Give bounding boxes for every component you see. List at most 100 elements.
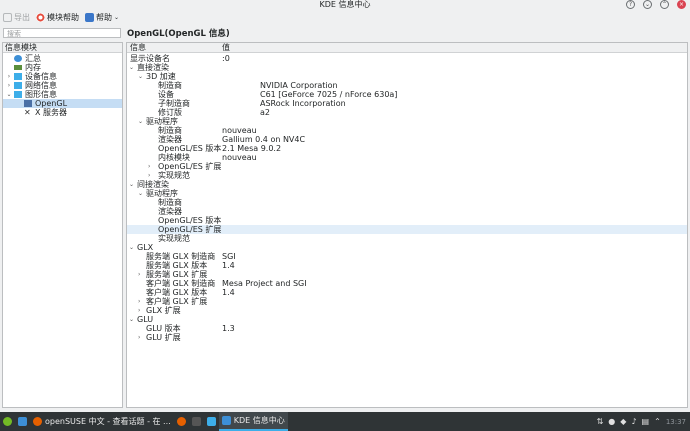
close-button[interactable]: × — [677, 0, 686, 9]
tree-item-label: 网络信息 — [25, 81, 57, 90]
chevron-right-icon[interactable]: › — [138, 297, 140, 306]
info-row[interactable]: › OpenGL/ES 扩展 — [127, 162, 687, 171]
quicklaunch-item[interactable] — [174, 412, 189, 431]
memory-icon — [14, 65, 22, 70]
quicklaunch-item[interactable] — [189, 412, 204, 431]
help-menu-button[interactable]: 帮助 ⌄ — [85, 12, 119, 23]
info-row[interactable]: ⌄ 驱动程序 — [127, 189, 687, 198]
info-row[interactable]: ⌄ 间接渲染 — [127, 180, 687, 189]
notification-icon[interactable]: ● — [608, 417, 615, 426]
info-row[interactable]: › GLU 扩展 — [127, 333, 687, 342]
info-value: NVIDIA Corporation — [260, 81, 338, 90]
info-row[interactable]: 设备 C61 [GeForce 7025 / nForce 630a] — [127, 90, 687, 99]
info-row[interactable]: 子制造商 ASRock Incorporation — [127, 99, 687, 108]
chevron-down-icon[interactable]: ⌄ — [138, 72, 143, 81]
info-row[interactable]: 渲染器 Gallium 0.4 on NV4C — [127, 135, 687, 144]
info-row[interactable]: 制造商 — [127, 198, 687, 207]
kickoff-launcher[interactable] — [0, 412, 15, 431]
column-header-info[interactable]: 信息 — [130, 43, 146, 52]
chevron-right-icon[interactable]: › — [148, 171, 150, 180]
column-header-value[interactable]: 值 — [222, 43, 230, 52]
tree-item-label: 图形信息 — [25, 90, 57, 99]
network-icon[interactable]: ⇅ — [597, 417, 604, 426]
tray-expand-icon[interactable]: ⌃ — [654, 417, 661, 426]
tree-item-network-info[interactable]: › 网络信息 — [3, 81, 122, 90]
tree-item-x-server[interactable]: ✕ X 服务器 — [3, 108, 122, 117]
info-key: 设备 — [158, 90, 174, 99]
title-bar: KDE 信息中心 ? ⌄ ⌃ × — [0, 0, 690, 9]
search-input[interactable]: 搜索 — [3, 28, 121, 38]
info-value: Mesa Project and SGI — [222, 279, 307, 288]
chevron-right-icon[interactable]: › — [148, 162, 150, 171]
info-row[interactable]: 修订版 a2 — [127, 108, 687, 117]
clock[interactable]: 13:37 — [666, 418, 686, 426]
chevron-down-icon[interactable]: ⌄ — [129, 243, 134, 252]
tree-item-device-info[interactable]: › 设备信息 — [3, 72, 122, 81]
chevron-down-icon[interactable]: ⌄ — [138, 117, 143, 126]
info-row[interactable]: 客户端 GLX 版本 1.4 — [127, 288, 687, 297]
tree-item-opengl[interactable]: OpenGL — [3, 99, 122, 108]
chevron-down-icon[interactable]: ⌄ — [6, 90, 12, 99]
show-desktop-button[interactable] — [15, 412, 30, 431]
maximize-button[interactable]: ⌃ — [660, 0, 669, 9]
chevron-right-icon[interactable]: › — [6, 72, 12, 81]
info-row[interactable]: ⌄ GLU — [127, 315, 687, 324]
info-row[interactable]: OpenGL/ES 扩展 — [127, 225, 687, 234]
chevron-right-icon[interactable]: › — [138, 306, 140, 315]
info-row[interactable]: OpenGL/ES 版本 2.1 Mesa 9.0.2 — [127, 144, 687, 153]
info-row[interactable]: ⌄ 直接渲染 — [127, 63, 687, 72]
chevron-down-icon[interactable]: ⌄ — [129, 315, 134, 324]
taskbar: openSUSE 中文 - 查看话题 - 在 ... KDE 信息中心 ⇅ ● … — [0, 412, 690, 431]
info-row[interactable]: › 服务端 GLX 扩展 — [127, 270, 687, 279]
export-button[interactable]: 导出 — [3, 12, 30, 23]
info-value: C61 [GeForce 7025 / nForce 630a] — [260, 90, 398, 99]
info-row[interactable]: 客户端 GLX 制造商 Mesa Project and SGI — [127, 279, 687, 288]
chevron-right-icon[interactable]: › — [138, 270, 140, 279]
info-row[interactable]: 服务端 GLX 版本 1.4 — [127, 261, 687, 270]
info-row[interactable]: 制造商 nouveau — [127, 126, 687, 135]
info-row[interactable]: › 实现规范 — [127, 171, 687, 180]
chevron-down-icon[interactable]: ⌄ — [129, 63, 134, 72]
info-value: a2 — [260, 108, 270, 117]
tree-item-memory[interactable]: 内存 — [3, 63, 122, 72]
chevron-right-icon[interactable]: › — [6, 81, 12, 90]
info-row[interactable]: 渲染器 — [127, 207, 687, 216]
info-key: 间接渲染 — [137, 180, 169, 189]
module-help-button[interactable]: 模块帮助 — [36, 12, 79, 23]
info-row[interactable]: ⌄ 3D 加速 — [127, 72, 687, 81]
module-tree-header: 信息模块 — [3, 43, 122, 53]
chevron-down-icon[interactable]: ⌄ — [138, 189, 143, 198]
minimize-button[interactable]: ⌄ — [643, 0, 652, 9]
help-book-icon — [85, 13, 94, 22]
chevron-down-icon[interactable]: ⌄ — [129, 180, 134, 189]
info-row[interactable]: 显示设备名 :0 — [127, 54, 687, 63]
help-window-icon[interactable]: ? — [626, 0, 635, 9]
info-key: 服务端 GLX 版本 — [146, 261, 208, 270]
volume-icon[interactable]: ♪ — [631, 417, 636, 426]
module-help-label: 模块帮助 — [47, 13, 79, 22]
info-row[interactable]: 制造商 NVIDIA Corporation — [127, 81, 687, 90]
tree-item-graphics-info[interactable]: ⌄ 图形信息 — [3, 90, 122, 99]
info-value: SGI — [222, 252, 236, 261]
info-value: Gallium 0.4 on NV4C — [222, 135, 306, 144]
toolbar: 导出 模块帮助 帮助 ⌄ — [0, 9, 690, 26]
updates-icon[interactable]: ◆ — [620, 417, 626, 426]
info-row[interactable]: ⌄ GLX — [127, 243, 687, 252]
info-row[interactable]: ⌄ 驱动程序 — [127, 117, 687, 126]
chevron-right-icon[interactable]: › — [138, 333, 140, 342]
tree-item-summary[interactable]: 汇总 — [3, 54, 122, 63]
info-row[interactable]: OpenGL/ES 版本 — [127, 216, 687, 225]
info-tree: 信息 值 显示设备名 :0 ⌄ 直接渲染 ⌄ 3D 加速 制造商 NVIDIA … — [126, 42, 688, 408]
info-key: 3D 加速 — [146, 72, 176, 81]
info-row[interactable]: GLU 版本 1.3 — [127, 324, 687, 333]
quicklaunch-item[interactable] — [204, 412, 219, 431]
info-row[interactable]: 内核模块 nouveau — [127, 153, 687, 162]
info-row[interactable]: 服务端 GLX 制造商 SGI — [127, 252, 687, 261]
info-row[interactable]: 实现规范 — [127, 234, 687, 243]
clipboard-icon[interactable]: ▤ — [642, 417, 650, 426]
task-kde-info-center[interactable]: KDE 信息中心 — [218, 412, 288, 431]
chevron-down-icon: ⌄ — [114, 14, 120, 21]
task-browser[interactable]: openSUSE 中文 - 查看话题 - 在 ... — [30, 412, 174, 431]
info-row[interactable]: › GLX 扩展 — [127, 306, 687, 315]
info-row[interactable]: › 客户端 GLX 扩展 — [127, 297, 687, 306]
